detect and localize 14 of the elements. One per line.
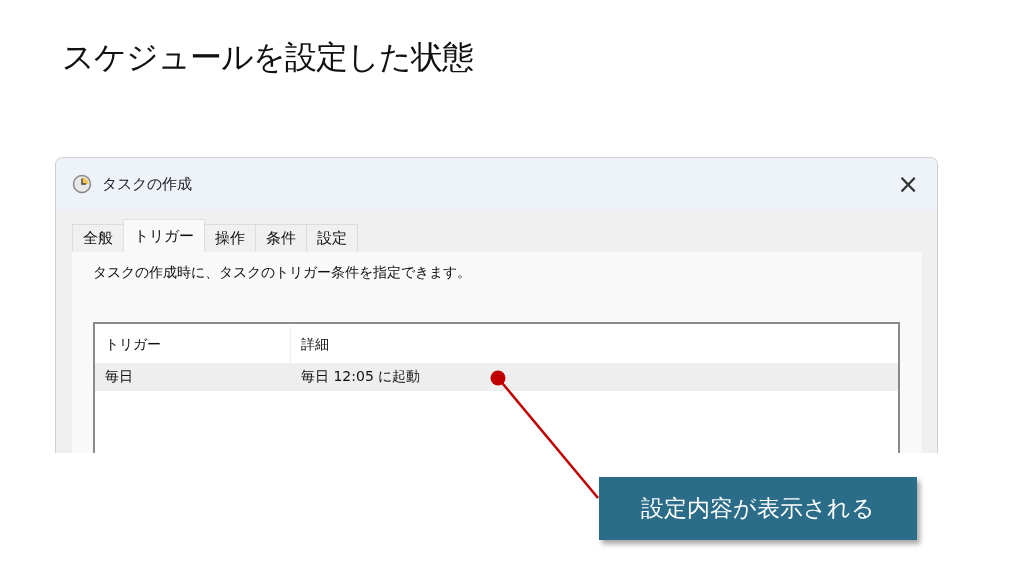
description-text: タスクの作成時に、タスクのトリガー条件を指定できます。 <box>93 264 472 282</box>
close-button[interactable]: × <box>893 169 923 199</box>
tab[interactable]: 設定 <box>306 224 358 252</box>
table-cell-text: 毎日 <box>104 368 134 386</box>
tab[interactable]: 全般 <box>72 224 124 252</box>
table-row[interactable]: 毎日 毎日 12:05 に起動 <box>95 363 898 391</box>
tab[interactable]: トリガー <box>123 219 205 252</box>
table-cell-text: 毎日 12:05 に起動 <box>300 368 422 386</box>
clock-icon <box>72 174 92 194</box>
column-header[interactable]: 詳細 <box>291 335 871 354</box>
tab[interactable]: 操作 <box>204 224 256 252</box>
slide-title: スケジュールを設定した状態 <box>61 37 474 78</box>
window-title: タスクの作成 <box>102 174 193 194</box>
callout-box: 設定内容が表示される <box>599 477 917 540</box>
